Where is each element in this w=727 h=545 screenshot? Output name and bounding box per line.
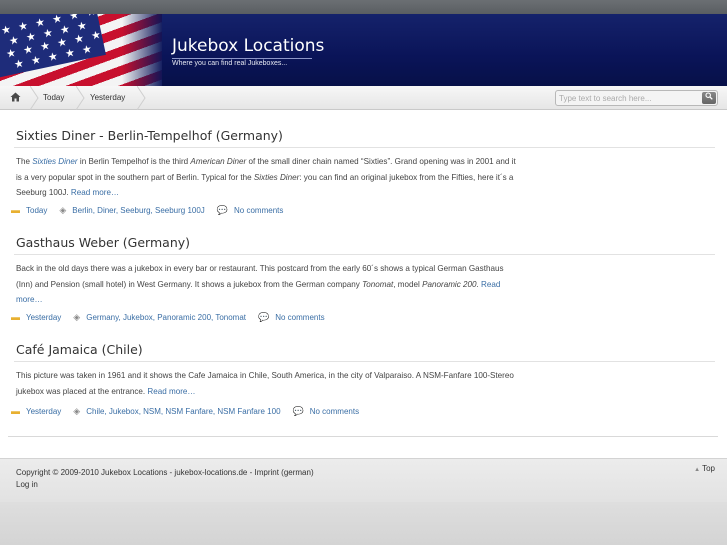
emphasis-text: Sixties Diner <box>253 172 300 182</box>
read-more-link[interactable]: Read more… <box>147 387 195 396</box>
copyright-text[interactable]: Copyright © 2009-2010 Jukebox Locations … <box>16 468 314 477</box>
tag-icon: ◈ <box>73 405 81 416</box>
content-divider <box>8 436 718 437</box>
breadcrumb-separator <box>30 86 39 110</box>
back-to-top-link[interactable]: ▲ Top <box>694 464 715 473</box>
home-button[interactable] <box>0 86 30 110</box>
comments-link[interactable]: No comments <box>310 407 359 416</box>
tag-icon: ◈ <box>59 204 67 215</box>
site-header: ★ ★ ★ ★ ★ ★ ★ ★ ★ ★ ★ ★ ★ ★ ★ ★ ★ ★ ★ ★ … <box>0 14 727 86</box>
post: Café Jamaica (Chile) This picture was ta… <box>11 342 716 416</box>
search-button[interactable] <box>702 92 716 104</box>
post-meta: ▬ Yesterday ◈ Chile, Jukebox, NSM, NSM F… <box>11 405 359 417</box>
post-meta: ▬ Yesterday ◈ Germany, Jukebox, Panorami… <box>11 311 325 323</box>
post-excerpt: This picture was taken in 1961 and it sh… <box>16 371 514 396</box>
folder-icon: ▬ <box>11 312 20 322</box>
post-title[interactable]: Sixties Diner - Berlin-Tempelhof (German… <box>16 128 716 143</box>
site-title[interactable]: Jukebox Locations <box>172 36 324 56</box>
category-link[interactable]: Yesterday <box>26 407 61 416</box>
post-title[interactable]: Café Jamaica (Chile) <box>16 342 716 357</box>
comments-link[interactable]: No comments <box>275 313 324 322</box>
site-footer: Copyright © 2009-2010 Jukebox Locations … <box>0 458 727 502</box>
arrow-up-icon: ▲ <box>694 467 701 473</box>
tab-yesterday[interactable]: Yesterday <box>90 86 125 110</box>
breadcrumb-separator <box>137 86 146 110</box>
post-meta: ▬ Today ◈ Berlin, Diner, Seeburg, Seebur… <box>11 204 283 216</box>
tab-today[interactable]: Today <box>43 86 64 110</box>
folder-icon: ▬ <box>11 406 20 416</box>
search-icon <box>705 92 713 102</box>
title-divider <box>14 147 715 148</box>
tags-links[interactable]: Berlin, Diner, Seeburg, Seeburg 100J <box>72 206 205 215</box>
post-excerpt: The Sixties Diner in Berlin Tempelhof is… <box>16 157 516 197</box>
comment-icon: 💬 <box>258 311 270 322</box>
search-input[interactable] <box>559 92 699 104</box>
emphasis-text: Tonomat <box>362 279 394 289</box>
comment-icon: 💬 <box>292 405 304 416</box>
nav-bar: Today Yesterday <box>0 86 727 110</box>
category-link[interactable]: Today <box>26 206 47 215</box>
tag-icon: ◈ <box>73 311 81 322</box>
title-divider <box>14 254 715 255</box>
comment-icon: 💬 <box>216 204 229 215</box>
comments-link[interactable]: No comments <box>234 206 283 215</box>
tags-links[interactable]: Chile, Jukebox, NSM, NSM Fanfare, NSM Fa… <box>86 407 280 416</box>
main-content: Sixties Diner - Berlin-Tempelhof (German… <box>0 110 727 458</box>
post-excerpt: Back in the old days there was a jukebox… <box>16 264 504 304</box>
inline-link[interactable]: Sixties Diner <box>32 157 77 166</box>
breadcrumb-separator <box>76 86 85 110</box>
title-divider <box>14 361 715 362</box>
home-icon <box>10 92 21 105</box>
folder-icon: ▬ <box>11 205 20 215</box>
top-strip <box>0 0 727 14</box>
title-underline <box>172 58 312 59</box>
search-box <box>555 90 718 106</box>
read-more-link[interactable]: Read more… <box>71 188 119 197</box>
category-link[interactable]: Yesterday <box>26 313 61 322</box>
emphasis-text: Panoramic 200 <box>422 279 477 289</box>
back-to-top-label: Top <box>702 464 715 473</box>
tags-links[interactable]: Germany, Jukebox, Panoramic 200, Tonomat <box>86 313 246 322</box>
post-title[interactable]: Gasthaus Weber (Germany) <box>16 235 716 250</box>
us-flag-banner: ★ ★ ★ ★ ★ ★ ★ ★ ★ ★ ★ ★ ★ ★ ★ ★ ★ ★ ★ ★ … <box>0 14 162 86</box>
post: Sixties Diner - Berlin-Tempelhof (German… <box>11 128 716 215</box>
emphasis-text: American Diner <box>190 157 247 166</box>
site-tagline: Where you can find real Jukeboxes... <box>172 60 288 67</box>
login-link[interactable]: Log in <box>16 480 38 489</box>
post: Gasthaus Weber (Germany) Back in the old… <box>11 235 716 322</box>
